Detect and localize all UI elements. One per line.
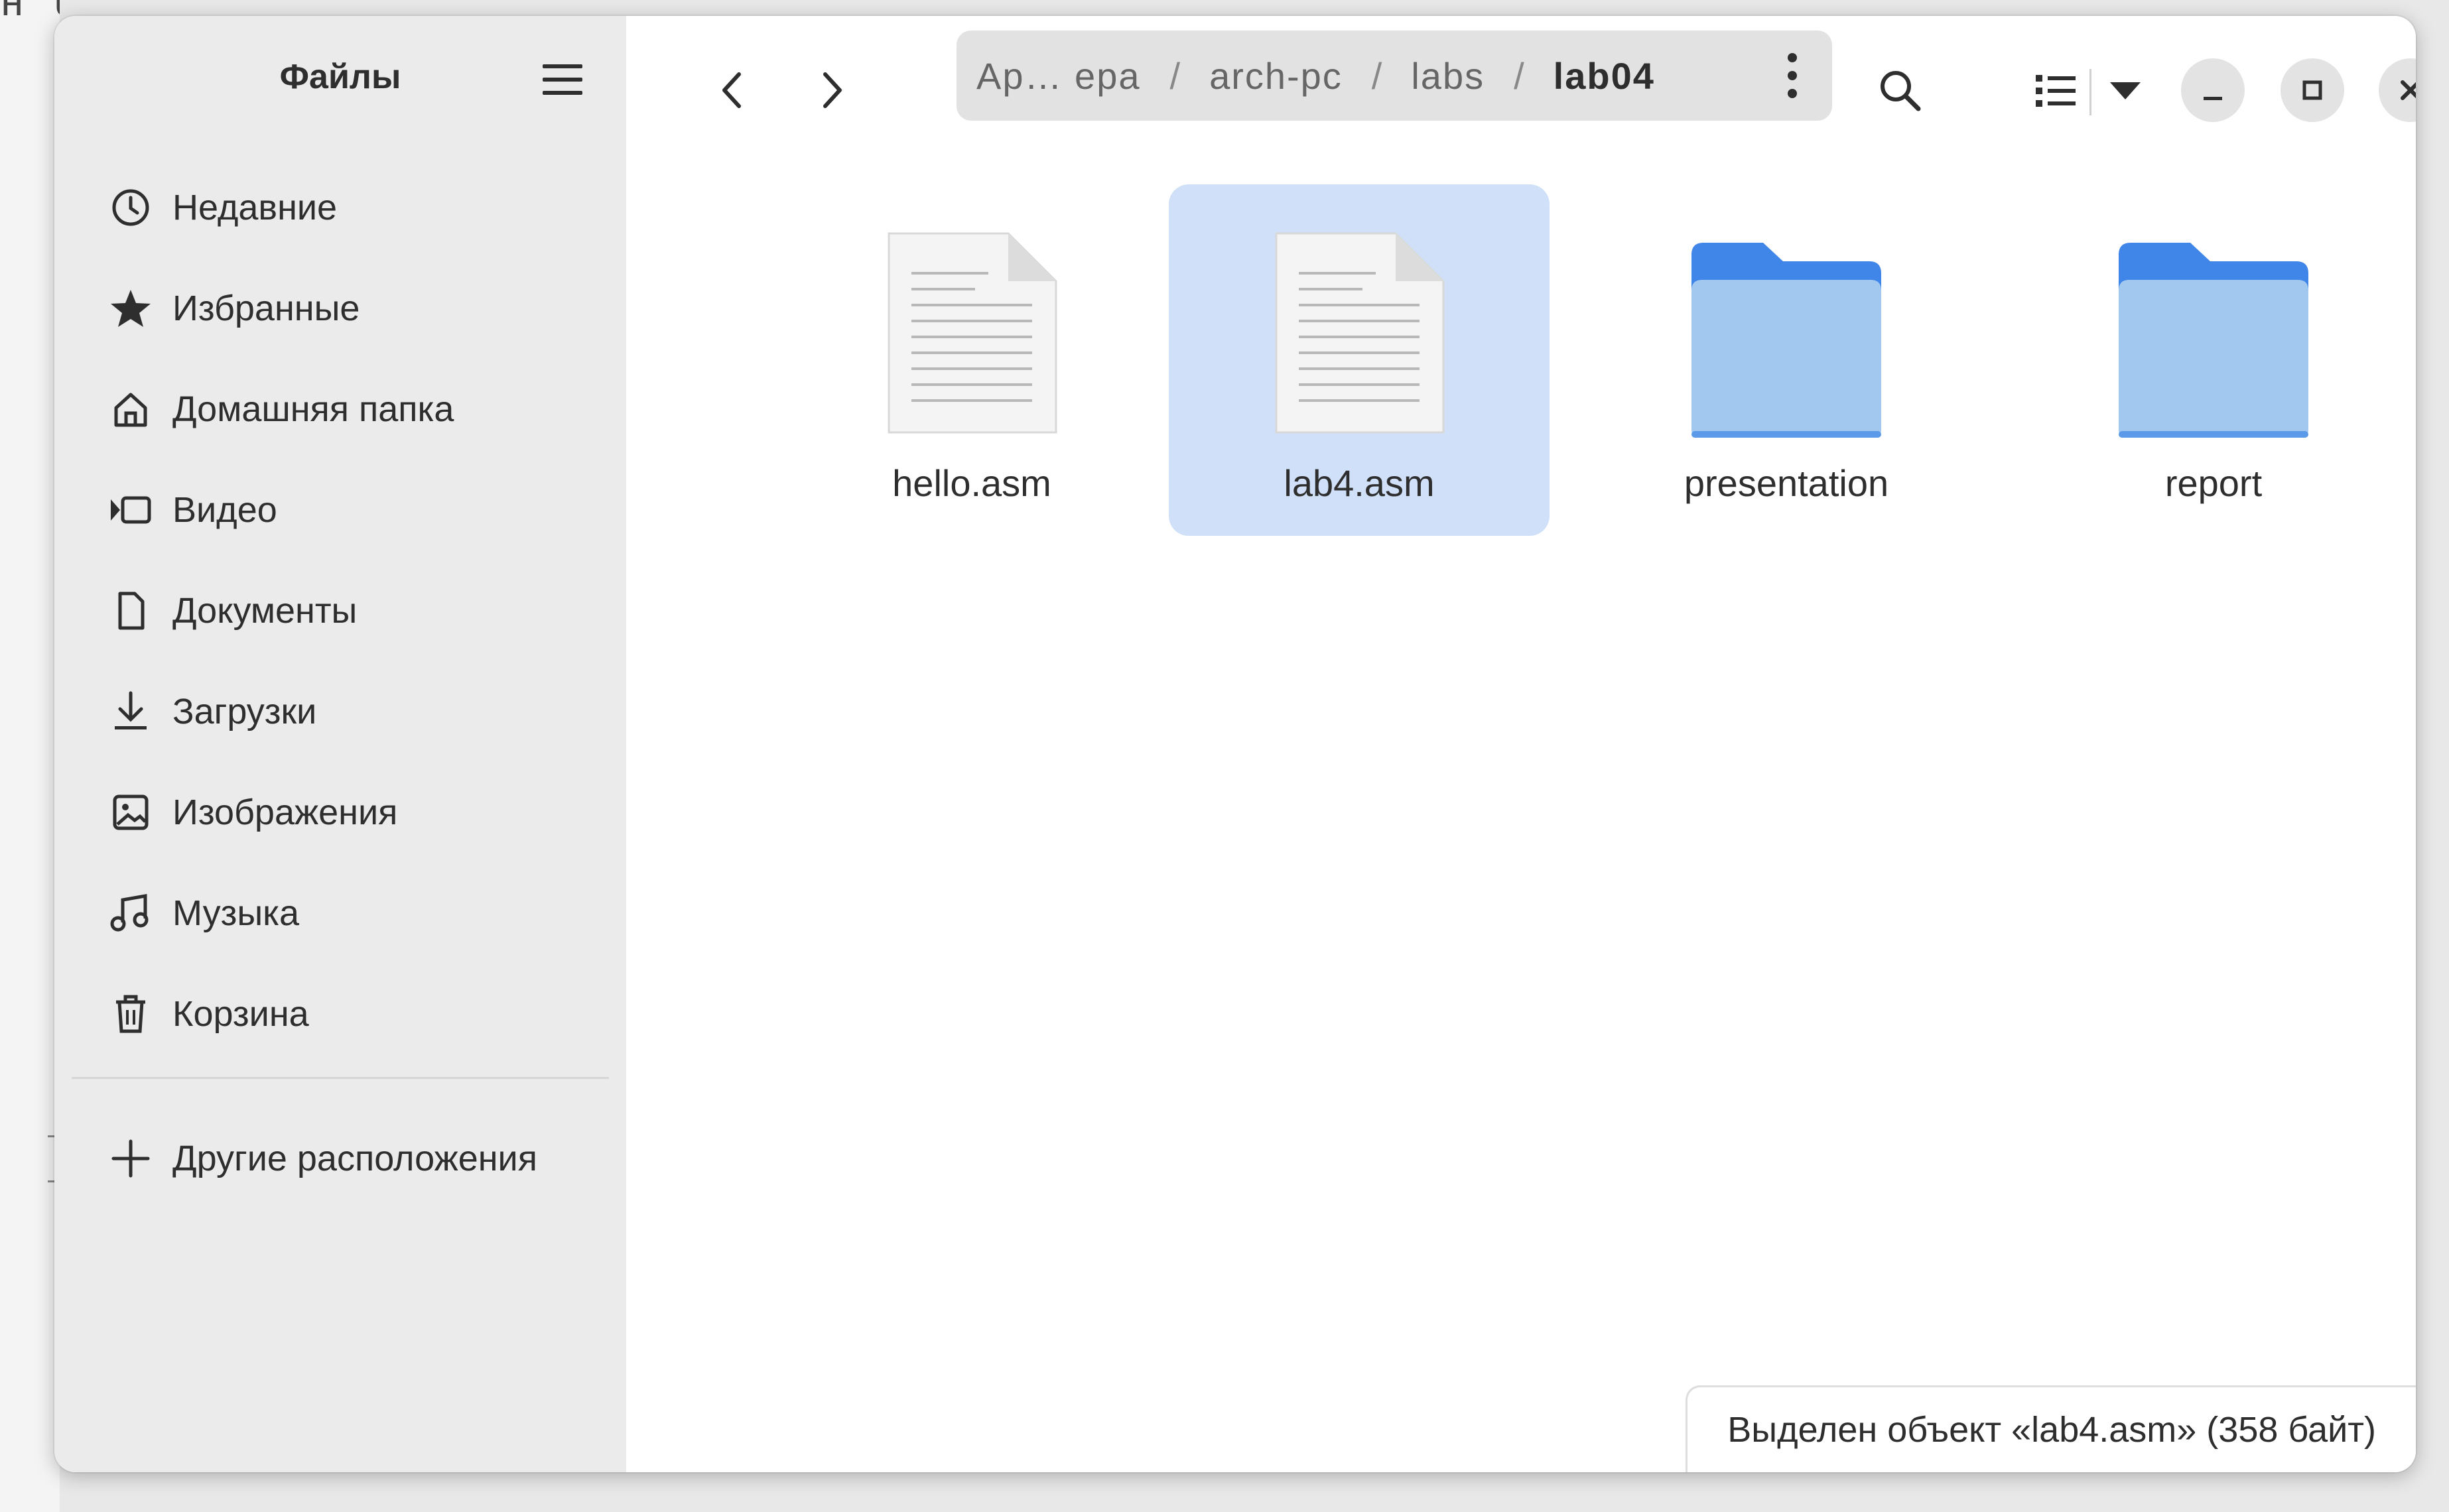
sidebar-item-label: Изображения <box>172 792 398 832</box>
file-name: hello.asm <box>892 462 1051 504</box>
sidebar-item-home[interactable]: Домашняя папка <box>81 366 598 452</box>
triangle-down-icon <box>2110 82 2141 99</box>
sidebar-item-label: Видео <box>172 490 277 530</box>
folder-item-presentation[interactable]: presentation <box>1596 184 1977 536</box>
download-icon <box>107 688 154 735</box>
chevron-right-icon <box>823 72 842 108</box>
sidebar-item-recent[interactable]: Недавние <box>81 164 598 251</box>
sidebar-item-videos[interactable]: Видео <box>81 467 598 553</box>
sidebar: Файлы Недавние Избранные Домашняя папка … <box>54 16 626 1472</box>
star-icon <box>107 285 154 332</box>
maximize-button[interactable] <box>2281 58 2344 122</box>
files-window: Файлы Недавние Избранные Домашняя папка … <box>54 16 2416 1472</box>
file-item-lab4-asm[interactable]: lab4.asm <box>1169 184 1550 536</box>
breadcrumb-labs[interactable]: labs <box>1411 54 1485 97</box>
close-icon <box>2401 80 2416 100</box>
view-button-divider <box>2089 69 2091 115</box>
forward-button[interactable] <box>800 57 866 123</box>
file-item-hello-asm[interactable]: hello.asm <box>781 184 1162 536</box>
folder-name: presentation <box>1684 462 1889 504</box>
background-terminal: н ll d!! <box>0 0 60 1512</box>
sidebar-item-downloads[interactable]: Загрузки <box>81 668 598 755</box>
document-icon <box>107 588 154 634</box>
search-icon <box>1881 71 1921 111</box>
sidebar-item-starred[interactable]: Избранные <box>81 265 598 351</box>
background-terminal-text: н ll d!! <box>0 0 60 25</box>
sidebar-header: Файлы <box>54 16 626 135</box>
sidebar-item-label: Недавние <box>172 188 338 227</box>
breadcrumb-current[interactable]: lab04 <box>1554 54 1655 97</box>
back-button[interactable] <box>698 57 764 123</box>
folder-item-report[interactable]: report <box>2023 184 2404 536</box>
trash-icon <box>107 991 154 1037</box>
view-list-button[interactable] <box>2019 54 2092 127</box>
path-bar: Ар… ера / arch-pc / labs / lab04 <box>957 31 1832 121</box>
more-vertical-icon <box>1788 53 1797 98</box>
folder-name: report <box>2164 462 2263 504</box>
close-button[interactable] <box>2379 58 2416 122</box>
breadcrumb-separator: / <box>1371 54 1382 97</box>
file-name: lab4.asm <box>1284 462 1435 504</box>
music-icon <box>107 890 154 936</box>
folder-icon <box>1691 243 1881 438</box>
breadcrumb-parent[interactable]: Ар… ера <box>976 54 1141 97</box>
breadcrumb-separator: / <box>1514 54 1524 97</box>
sidebar-item-label: Другие расположения <box>172 1139 537 1178</box>
plus-icon <box>107 1135 154 1182</box>
chevron-left-icon <box>722 72 741 108</box>
image-icon <box>107 789 154 836</box>
sidebar-item-label: Документы <box>172 591 358 631</box>
sidebar-item-documents[interactable]: Документы <box>81 568 598 654</box>
text-file-icon <box>1275 232 1445 434</box>
sidebar-item-label: Избранные <box>172 288 360 328</box>
sidebar-item-label: Корзина <box>172 994 309 1034</box>
path-menu-button[interactable] <box>1779 49 1806 102</box>
sidebar-item-music[interactable]: Музыка <box>81 870 598 956</box>
sidebar-item-trash[interactable]: Корзина <box>81 971 598 1057</box>
breadcrumb-arch-pc[interactable]: arch-pc <box>1209 54 1343 97</box>
video-icon <box>107 487 154 533</box>
home-icon <box>107 386 154 432</box>
main-menu-button[interactable] <box>537 54 588 105</box>
list-view-icon <box>2036 75 2076 107</box>
search-button[interactable] <box>1864 54 1937 127</box>
minimize-button[interactable] <box>2181 58 2245 122</box>
sidebar-item-label: Домашняя папка <box>172 389 454 429</box>
folder-icon <box>2119 243 2308 438</box>
selection-status-text: Выделен объект «lab4.asm» (358 байт) <box>1727 1410 2376 1450</box>
sidebar-item-label: Загрузки <box>172 692 317 731</box>
sidebar-divider <box>72 1077 609 1079</box>
text-file-icon <box>888 232 1057 434</box>
status-bar: Выделен объект «lab4.asm» (358 байт) <box>1686 1385 2416 1472</box>
sidebar-item-pictures[interactable]: Изображения <box>81 769 598 855</box>
sidebar-item-label: Музыка <box>172 893 300 933</box>
hamburger-icon <box>543 64 582 95</box>
breadcrumb-separator: / <box>1169 54 1181 97</box>
main-pane: Ар… ера / arch-pc / labs / lab04 hello.a… <box>626 16 2416 1472</box>
minimize-icon <box>2204 97 2222 100</box>
view-options-button[interactable] <box>2092 54 2158 127</box>
clock-icon <box>107 184 154 231</box>
sidebar-item-other-locations[interactable]: Другие расположения <box>81 1115 598 1202</box>
maximize-icon <box>2302 80 2322 100</box>
